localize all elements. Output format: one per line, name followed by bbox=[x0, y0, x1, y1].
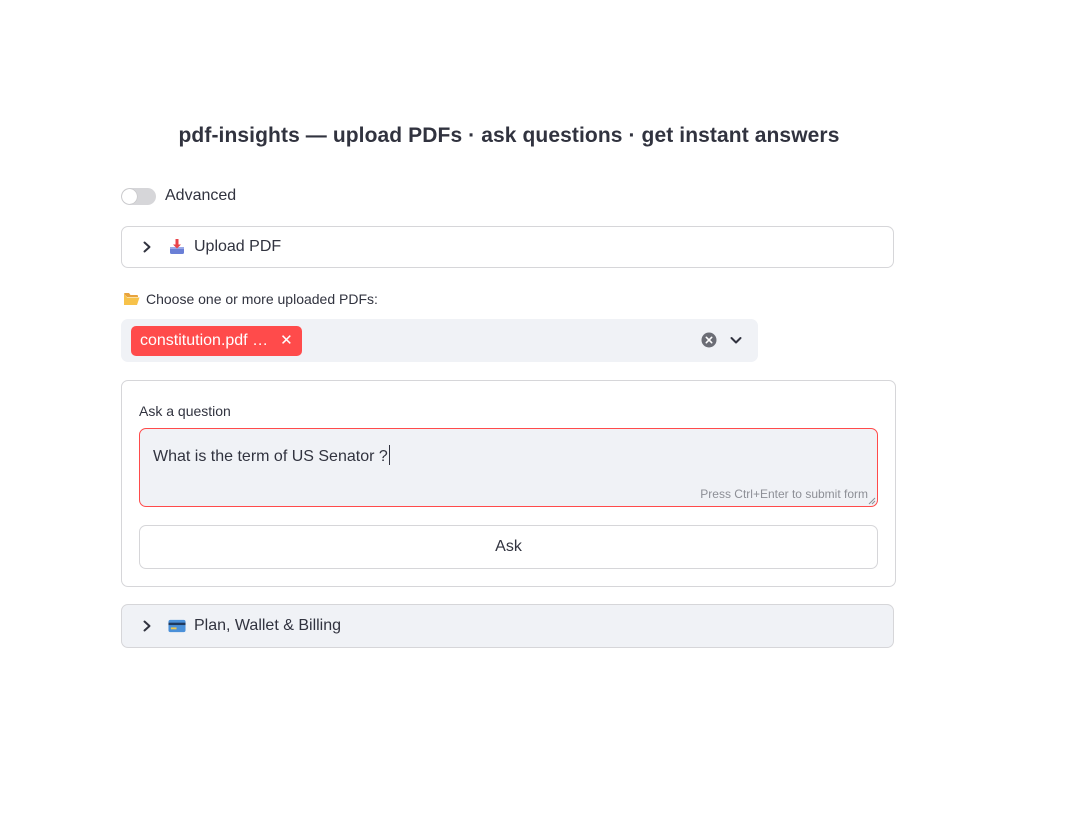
upload-pdf-label: Upload PDF bbox=[194, 238, 282, 255]
chevron-right-icon bbox=[140, 619, 154, 633]
billing-label: Plan, Wallet & Billing bbox=[194, 617, 342, 634]
clear-all-icon[interactable] bbox=[701, 332, 717, 348]
advanced-toggle[interactable] bbox=[121, 187, 156, 205]
question-form: Ask a question What is the term of US Se… bbox=[121, 380, 896, 587]
chip-label: constitution.pdf … bbox=[140, 331, 269, 349]
question-textarea[interactable]: What is the term of US Senator ? Press C… bbox=[139, 428, 878, 507]
page-title: pdf-insights — upload PDFs · ask questio… bbox=[178, 124, 840, 147]
credit-card-icon bbox=[168, 617, 186, 635]
advanced-toggle-row[interactable]: Advanced bbox=[121, 184, 236, 208]
app-page: pdf-insights — upload PDFs · ask questio… bbox=[0, 0, 1066, 824]
pdf-select-label: Choose one or more uploaded PDFs: bbox=[146, 291, 378, 307]
resize-handle-icon[interactable] bbox=[868, 497, 876, 505]
pdf-multiselect[interactable]: constitution.pdf … ✕ bbox=[121, 319, 758, 362]
question-value: What is the term of US Senator ? bbox=[153, 448, 388, 465]
chip-remove-icon[interactable]: ✕ bbox=[280, 333, 293, 348]
inbox-tray-icon bbox=[168, 238, 186, 256]
billing-expander[interactable]: Plan, Wallet & Billing bbox=[121, 604, 894, 648]
chevron-down-icon[interactable] bbox=[729, 333, 743, 347]
chevron-right-icon bbox=[140, 240, 154, 254]
ask-button[interactable]: Ask bbox=[139, 525, 878, 569]
text-cursor bbox=[388, 445, 390, 465]
open-folder-icon bbox=[124, 293, 140, 305]
submit-hint: Press Ctrl+Enter to submit form bbox=[700, 487, 868, 501]
selected-pdf-chip: constitution.pdf … ✕ bbox=[131, 325, 302, 356]
toggle-knob bbox=[122, 188, 137, 204]
question-label: Ask a question bbox=[139, 403, 231, 419]
advanced-toggle-label: Advanced bbox=[165, 187, 237, 204]
pdf-select-label-row: Choose one or more uploaded PDFs: bbox=[123, 291, 378, 307]
question-text-wrap: What is the term of US Senator ? bbox=[153, 445, 390, 466]
upload-pdf-expander[interactable]: Upload PDF bbox=[121, 226, 894, 268]
